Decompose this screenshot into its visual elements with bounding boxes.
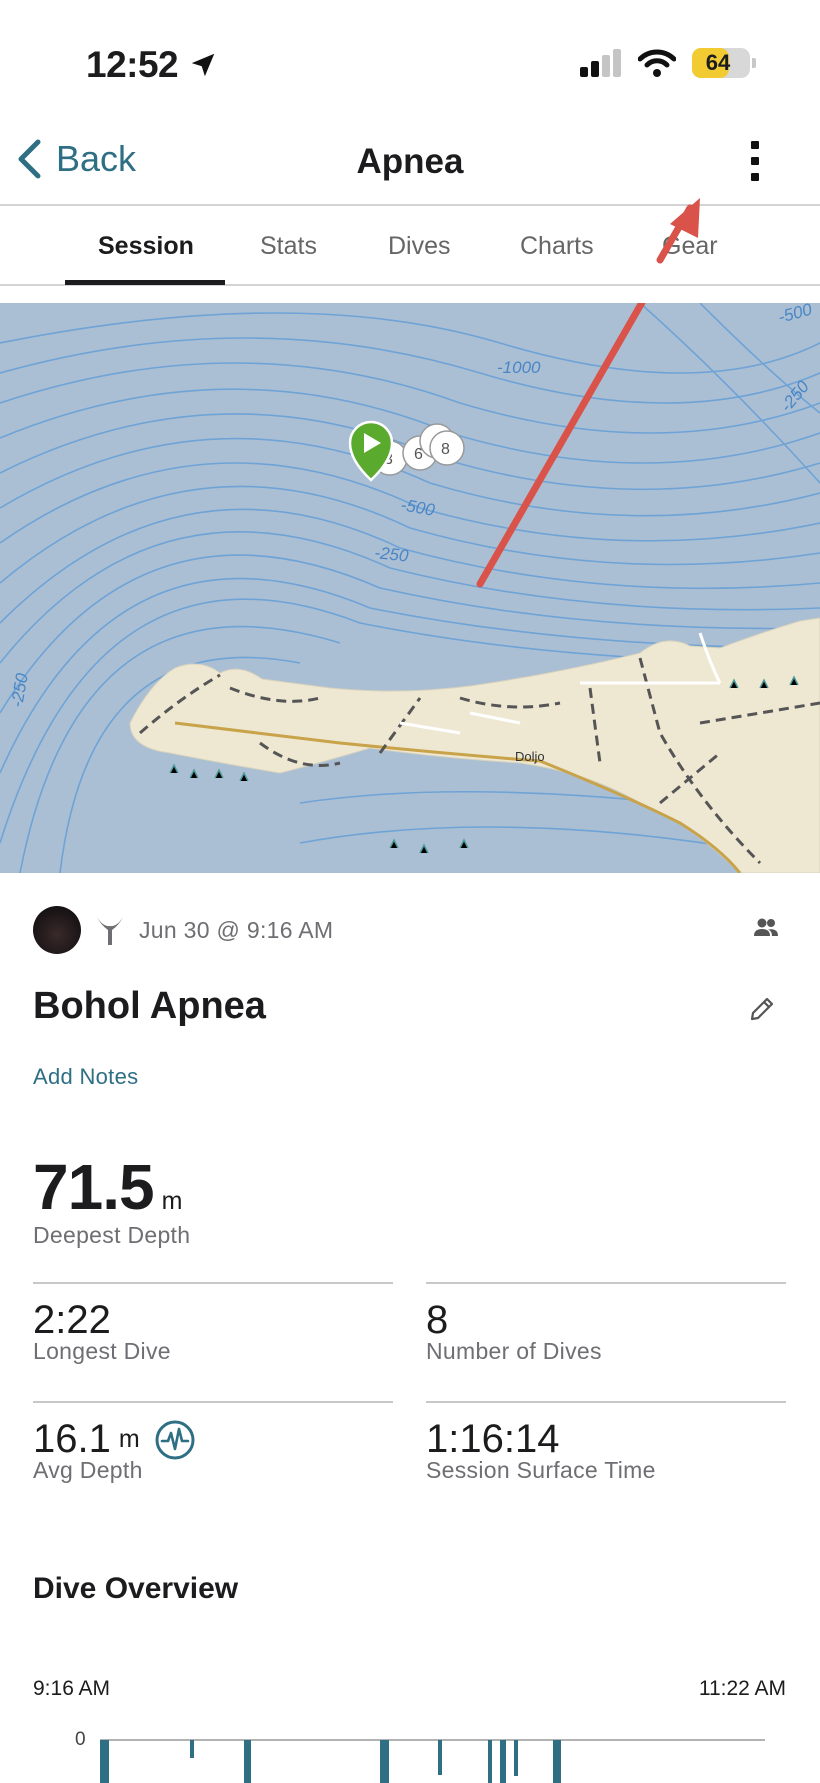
active-tab-indicator (65, 280, 225, 285)
longest-dive-label: Longest Dive (33, 1338, 171, 1364)
back-button[interactable]: Back (16, 138, 136, 180)
pencil-icon[interactable] (748, 995, 776, 1023)
dive-bar (190, 1740, 194, 1758)
tab-stats[interactable]: Stats (260, 232, 317, 261)
overview-end-time: 11:22 AM (698, 1677, 786, 1700)
more-dot (751, 173, 759, 181)
dive-bar (100, 1740, 109, 1783)
avg-depth-unit: m (118, 1425, 140, 1453)
number-of-dives-label: Number of Dives (426, 1338, 602, 1364)
more-dot (751, 141, 759, 149)
clock: 12:52 (86, 44, 218, 86)
tab-gear[interactable]: Gear (662, 232, 718, 261)
dive-bar (438, 1740, 442, 1775)
deepest-depth-unit: m (161, 1187, 183, 1215)
avg-depth-label: Avg Depth (33, 1457, 143, 1483)
avg-depth-value: 16.1 (33, 1417, 111, 1461)
status-bar: 12:52 64 (0, 0, 820, 120)
dive-bar (514, 1740, 518, 1776)
dive-bars (100, 1740, 561, 1783)
status-icons: 64 (580, 48, 756, 78)
back-label: Back (56, 138, 137, 179)
people-icon[interactable] (753, 917, 779, 939)
activity-meta: Jun 30 @ 9:16 AM (33, 905, 787, 955)
number-of-dives-value: 8 (426, 1298, 449, 1342)
overview-start-time: 9:16 AM (33, 1677, 111, 1700)
deepest-depth-value: 71.5 (33, 1151, 155, 1223)
more-dot (751, 157, 759, 165)
dive-bar (488, 1740, 492, 1783)
tab-charts[interactable]: Charts (520, 232, 594, 261)
avatar[interactable] (33, 906, 81, 954)
dive-bar (380, 1740, 389, 1783)
wifi-icon (638, 49, 676, 77)
heart-rate-icon[interactable] (154, 1419, 196, 1461)
dive-marker-label: 8 (441, 441, 450, 458)
dive-bar (500, 1740, 506, 1783)
more-options-button[interactable] (730, 136, 780, 186)
battery-cap (752, 58, 756, 68)
activity-date: Jun 30 @ 9:16 AM (139, 916, 334, 943)
location-arrow-icon (191, 53, 215, 77)
contour-label: -250 (374, 543, 410, 566)
session-map[interactable]: -1000 -500 -250 -250 -500 -250 Doljo 3 6… (0, 303, 820, 873)
dive-bar (553, 1740, 561, 1783)
battery-level: 64 (705, 50, 731, 75)
map-canvas: -1000 -500 -250 -250 -500 -250 Doljo 3 6… (0, 303, 820, 873)
deepest-depth-label: Deepest Depth (33, 1222, 191, 1248)
divider (426, 1282, 786, 1284)
dive-overview-chart[interactable] (0, 1738, 820, 1783)
battery-icon: 64 (692, 48, 756, 78)
chevron-left-icon (18, 139, 41, 179)
surface-time-value: 1:16:14 (426, 1417, 560, 1461)
longest-dive-value: 2:22 (33, 1298, 111, 1342)
dive-overview-title: Dive Overview (33, 1572, 239, 1605)
nav-bar: Back Apnea (0, 120, 820, 206)
add-notes-link[interactable]: Add Notes (33, 1064, 138, 1090)
deepest-depth-stat: 71.5 m (33, 1150, 182, 1224)
tab-bar: Session Stats Dives Charts Gear (0, 208, 820, 286)
surface-time-label: Session Surface Time (426, 1457, 656, 1483)
activity-title: Bohol Apnea (33, 985, 266, 1027)
dive-bar (244, 1740, 251, 1783)
divider (426, 1401, 786, 1403)
divider (33, 1282, 393, 1284)
whale-tail-icon (97, 917, 123, 945)
contour-label: -1000 (497, 358, 541, 377)
tab-dives[interactable]: Dives (388, 232, 451, 261)
divider (33, 1401, 393, 1403)
cellular-signal-icon (580, 49, 621, 77)
clock-time: 12:52 (86, 44, 179, 85)
place-label: Doljo (515, 749, 545, 764)
tab-session[interactable]: Session (98, 232, 194, 261)
